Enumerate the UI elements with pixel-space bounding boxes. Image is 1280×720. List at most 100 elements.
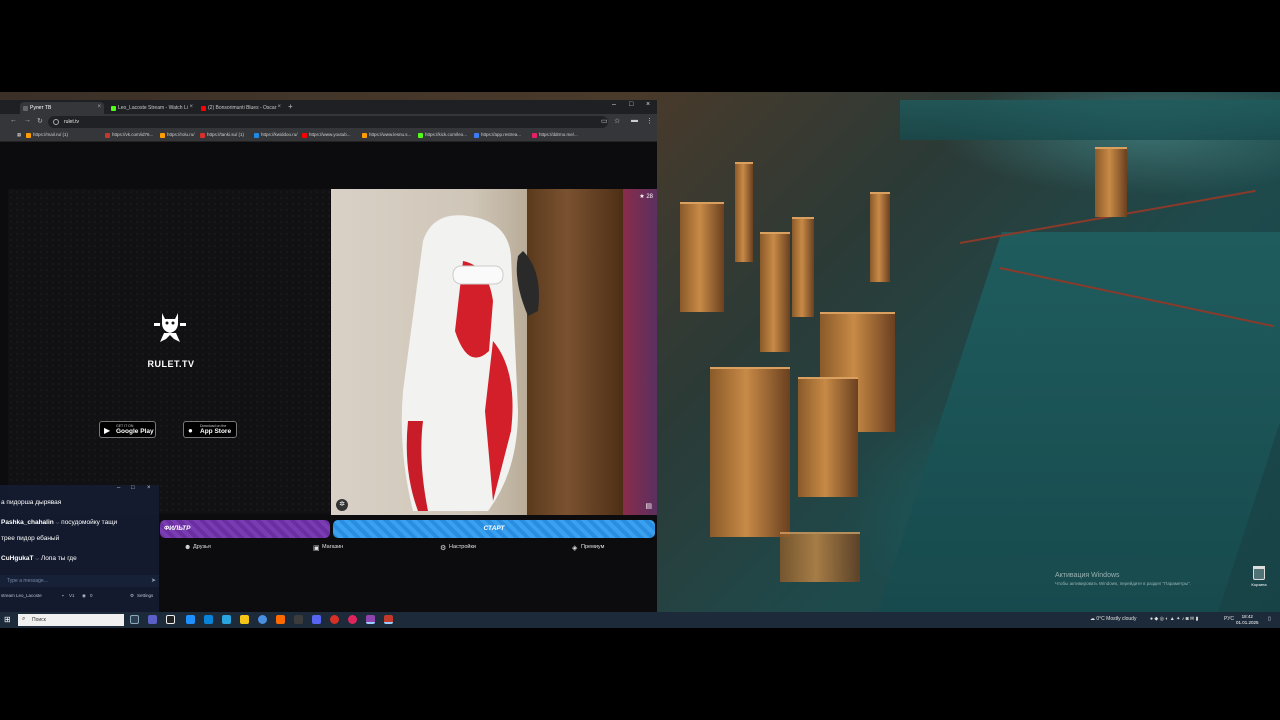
shop-icon: ▣ [313,545,320,552]
reload-icon[interactable]: ↻ [37,117,43,125]
terminal-icon[interactable] [166,615,175,624]
chat-minimize-icon[interactable]: – [117,485,120,491]
filter-button[interactable]: ФИЛЬТР [160,520,330,538]
bookmark-favicon [160,133,165,138]
close-window-icon[interactable]: × [646,101,650,108]
file-explorer-icon[interactable] [240,615,249,624]
recycle-bin[interactable]: Корзина [1248,566,1270,587]
bookmark-item[interactable]: https://vk.com/id76... [105,132,153,138]
nav-item-friends[interactable]: ☻ Друзья [184,544,211,551]
eye-icon: ◉ [82,593,86,598]
language-indicator[interactable]: РУС [1224,616,1234,622]
bookmark-item[interactable]: https://www.youtub... [302,132,351,138]
brand-name: RULET.TV [147,359,195,369]
app-icon[interactable] [348,615,357,624]
chevron-down-icon: ⌵ [55,520,60,526]
bookmark-item[interactable]: https://kick.com/leo... [418,132,467,138]
chat-message: Pashka_chahalin ⌵ посудомойку тащи [1,519,117,526]
chat-maximize-icon[interactable]: □ [131,485,135,491]
address-text: rulet.tv [64,119,80,125]
building [735,162,753,262]
tab-label: Рулет ТВ [30,105,52,111]
store-icon[interactable] [204,615,213,624]
google-play-button[interactable]: ▶ GET IT ON Google Play [99,421,156,438]
tab-bar: Рулет ТВ × Leo_Lacoste Stream - Watch Li… [0,100,657,114]
tab-close-icon[interactable]: × [189,104,193,110]
discord-icon[interactable] [312,615,321,624]
bookmark-item[interactable]: https://tanki.su/ (1) [200,132,244,138]
menu-icon[interactable]: ⋮ [646,117,653,125]
back-icon[interactable]: ← [10,117,17,124]
tab-youtube[interactable]: (2) Bonsorimunti Blues - Oscar × [198,102,284,114]
building [680,202,724,312]
chat-titlebar: – □ × [0,485,159,495]
windows-start-icon[interactable]: ⊞ [4,615,11,624]
minimize-icon[interactable]: – [612,101,616,108]
obs-icon[interactable] [366,615,375,624]
tab-close-icon[interactable]: × [277,104,281,110]
forward-icon[interactable]: → [24,117,31,124]
premium-icon: ◈ [572,545,578,552]
apps-icon[interactable]: ▦ [10,132,21,138]
maximize-icon[interactable]: □ [629,101,633,108]
teams-icon[interactable] [148,615,157,624]
bookmark-favicon [26,133,31,138]
task-view-icon[interactable] [130,615,139,624]
bookmark-item[interactable]: https://kwiddoo.ru/ [254,132,298,138]
building [780,532,860,582]
building [870,192,890,282]
app-icon[interactable] [258,615,267,624]
cast-icon[interactable]: ▭ [601,117,608,125]
bookmark-item[interactable]: https://ddrmo.me/... [532,132,578,138]
taskbar-search[interactable]: ⌕ Поиск [18,614,124,626]
bookmark-item[interactable]: https://rolu.ru/ [160,132,195,138]
extension-icon[interactable]: ▬ [631,117,638,124]
chat-username[interactable]: CuHgukaT [1,555,34,562]
edge-icon[interactable] [186,615,195,624]
tab-kick-stream[interactable]: Leo_Lacoste Stream - Watch Li × [108,102,196,114]
chat-message-text: а пидорша дырявая [1,499,62,506]
app-icon[interactable] [294,615,303,624]
app-icon[interactable] [276,615,285,624]
send-icon[interactable]: ➤ [151,577,156,584]
start-button[interactable]: СТАРТ [333,520,655,538]
chrome-icon[interactable] [330,615,339,624]
tab-rulet[interactable]: Рулет ТВ × [20,102,104,114]
nav-item-shop[interactable]: ▣ Магазин [313,544,343,552]
weather-widget[interactable]: ☁ 0°C Mostly cloudy [1090,616,1136,622]
bookmark-item[interactable]: https://mail.ru/ (1) [26,132,69,138]
bookmark-label: https://mail.ru/ (1) [33,132,69,137]
chat-input[interactable]: Type a message... ➤ [0,575,159,587]
new-tab-button[interactable]: + [288,102,293,111]
weather-text: 0°C Mostly cloudy [1096,616,1137,622]
tab-label: Leo_Lacoste Stream - Watch Li [118,105,188,111]
tab-close-icon[interactable]: × [97,104,101,110]
app-store-button[interactable]: ● Download on the App Store [183,421,237,438]
nav-item-settings[interactable]: ⚙ Настройки [440,544,476,552]
notifications-icon[interactable]: ▯ [1268,616,1271,622]
clock[interactable]: 18:42 01.01.2025 [1236,614,1259,626]
bookmark-star-icon[interactable]: ☆ [614,117,620,125]
browser-toolbar: ← → ↻ rulet.tv ▭ ☆ ▬ ⋮ [0,114,657,130]
settings-icon[interactable]: ✲ [336,499,348,511]
building [710,367,790,537]
screen: Рулет ТВ × Leo_Lacoste Stream - Watch Li… [0,92,1280,628]
chat-message-text: посудомойку тащи [61,519,118,526]
chat-close-icon[interactable]: × [147,485,151,491]
tray-icons[interactable]: ● ◆ ◎ ◐ ▲ ✦ ♪ ◙ ✉ ▮ [1150,616,1198,622]
chat-settings-icon[interactable]: ⚙ [130,593,134,599]
nav-item-premium[interactable]: ◈ Премиум [572,544,604,552]
nav-label: Друзья [193,544,211,550]
address-bar[interactable]: rulet.tv [48,116,608,128]
app-icon[interactable] [384,615,393,624]
site-info-icon[interactable] [53,119,59,125]
telegram-icon[interactable] [222,615,231,624]
chat-username[interactable]: Pashka_chahalin [1,519,54,526]
report-icon[interactable]: ▤ [645,502,652,510]
bookmark-item[interactable]: https://app.restrea... [474,132,521,138]
building [1095,147,1127,217]
nav-label: Настройки [449,544,476,550]
bookmark-item[interactable]: https://www.lesnu.s... [362,132,411,138]
chat-overlay: – □ × а пидорша дырявая Pashka_chahalin … [0,485,159,612]
chat-settings-label[interactable]: Settings [137,593,153,598]
